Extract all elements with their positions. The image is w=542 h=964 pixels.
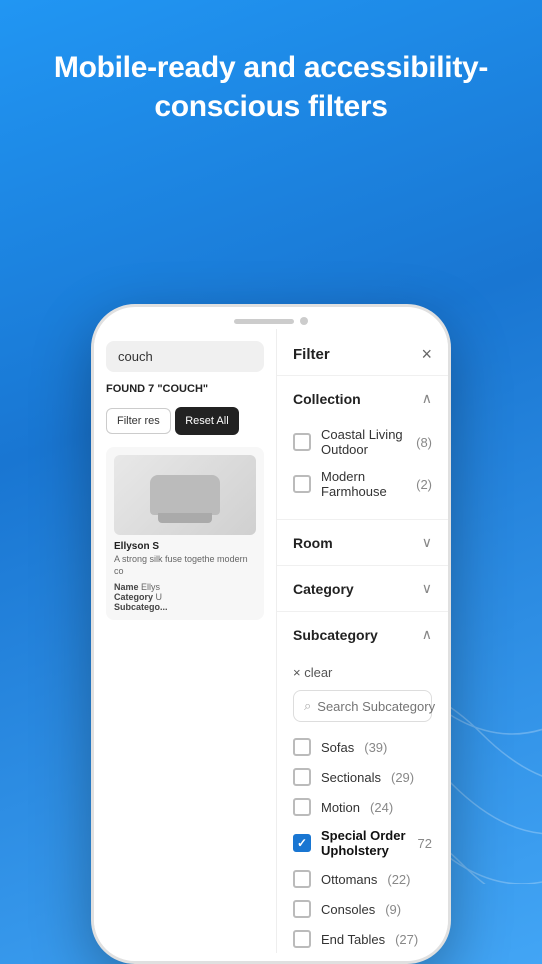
phone-content: couch FOUND 7 "COUCH" Filter res Reset A…	[94, 329, 448, 953]
motion-option[interactable]: Motion (24)	[293, 792, 432, 822]
phone-notch	[94, 307, 448, 329]
close-filter-button[interactable]: ×	[421, 345, 432, 363]
special-order-option[interactable]: Special Order Upholstery 72	[293, 822, 432, 864]
search-display: couch	[106, 341, 264, 372]
ottomans-checkbox[interactable]	[293, 870, 311, 888]
coastal-living-count: (8)	[416, 435, 432, 450]
coastal-living-label: Coastal Living Outdoor	[321, 427, 406, 457]
phone-mockup: couch FOUND 7 "COUCH" Filter res Reset A…	[91, 304, 451, 964]
filter-panel-title: Filter	[293, 346, 330, 363]
collection-section-header[interactable]: Collection ∧	[277, 376, 448, 421]
collection-section-title: Collection	[293, 391, 361, 407]
special-order-count: 72	[418, 836, 432, 851]
subcategory-clear: × clear	[277, 657, 448, 684]
end-tables-option[interactable]: End Tables (27)	[293, 924, 432, 953]
subcategory-section: Subcategory ∧ × clear ⌕ Sof	[277, 612, 448, 953]
end-tables-label: End Tables	[321, 932, 385, 947]
category-section-title: Category	[293, 581, 354, 597]
sectionals-label: Sectionals	[321, 770, 381, 785]
category-section-header[interactable]: Category ∨	[277, 566, 448, 611]
couch-icon	[150, 475, 220, 515]
coastal-living-option[interactable]: Coastal Living Outdoor (8)	[293, 421, 432, 463]
subcategory-search-input[interactable]	[317, 699, 448, 714]
sofas-option[interactable]: Sofas (39)	[293, 732, 432, 762]
product-name: Ellyson S	[114, 541, 256, 552]
hero-title: Mobile-ready and accessibility-conscious…	[40, 48, 502, 126]
found-text: FOUND 7 "COUCH"	[106, 382, 264, 397]
consoles-checkbox[interactable]	[293, 900, 311, 918]
subcategory-section-title: Subcategory	[293, 627, 378, 643]
consoles-option[interactable]: Consoles (9)	[293, 894, 432, 924]
notch-pill	[234, 319, 294, 324]
category-section: Category ∨	[277, 566, 448, 612]
filter-panel: Filter × Collection ∧ Coastal Living Out…	[276, 329, 448, 953]
ottomans-count: (22)	[387, 872, 410, 887]
motion-checkbox[interactable]	[293, 798, 311, 816]
sofas-checkbox[interactable]	[293, 738, 311, 756]
search-icon: ⌕	[304, 698, 311, 714]
product-card: Ellyson S A strong silk fuse togethe mod…	[106, 447, 264, 619]
consoles-label: Consoles	[321, 902, 375, 917]
subcategory-search-bar: ⌕	[293, 690, 432, 722]
room-section-header[interactable]: Room ∨	[277, 520, 448, 565]
room-section: Room ∨	[277, 520, 448, 566]
filter-results-button[interactable]: Filter res	[106, 408, 171, 434]
sectionals-checkbox[interactable]	[293, 768, 311, 786]
sectionals-option[interactable]: Sectionals (29)	[293, 762, 432, 792]
motion-count: (24)	[370, 800, 393, 815]
subcategory-chevron-up-icon: ∧	[422, 626, 432, 643]
reset-all-button[interactable]: Reset All	[175, 407, 238, 435]
left-panel: couch FOUND 7 "COUCH" Filter res Reset A…	[94, 329, 276, 953]
collection-section: Collection ∧ Coastal Living Outdoor (8) …	[277, 376, 448, 520]
sofas-count: (39)	[364, 740, 387, 755]
category-chevron-down-icon: ∨	[422, 580, 432, 597]
room-chevron-down-icon: ∨	[422, 534, 432, 551]
product-meta-name: Name Ellys	[114, 582, 256, 592]
coastal-living-checkbox[interactable]	[293, 433, 311, 451]
motion-label: Motion	[321, 800, 360, 815]
collection-options: Coastal Living Outdoor (8) Modern Farmho…	[277, 421, 448, 519]
sectionals-count: (29)	[391, 770, 414, 785]
phone-shell: couch FOUND 7 "COUCH" Filter res Reset A…	[91, 304, 451, 964]
end-tables-checkbox[interactable]	[293, 930, 311, 948]
special-order-checkbox[interactable]	[293, 834, 311, 852]
modern-farmhouse-label: Modern Farmhouse	[321, 469, 406, 499]
filter-header: Filter ×	[277, 329, 448, 376]
clear-subcategory-button[interactable]: × clear	[293, 665, 332, 680]
product-meta-category: Category U	[114, 592, 256, 602]
ottomans-option[interactable]: Ottomans (22)	[293, 864, 432, 894]
ottomans-label: Ottomans	[321, 872, 377, 887]
modern-farmhouse-option[interactable]: Modern Farmhouse (2)	[293, 463, 432, 505]
room-section-title: Room	[293, 535, 333, 551]
collection-chevron-up-icon: ∧	[422, 390, 432, 407]
hero-section: Mobile-ready and accessibility-conscious…	[0, 0, 542, 150]
consoles-count: (9)	[385, 902, 401, 917]
end-tables-count: (27)	[395, 932, 418, 947]
special-order-label: Special Order Upholstery	[321, 828, 408, 858]
product-description: A strong silk fuse togethe modern co	[114, 554, 256, 577]
subcategory-section-header[interactable]: Subcategory ∧	[277, 612, 448, 657]
product-image	[114, 455, 256, 535]
sofas-label: Sofas	[321, 740, 354, 755]
modern-farmhouse-count: (2)	[416, 477, 432, 492]
product-meta-subcategory: Subcatego...	[114, 602, 256, 612]
subcategory-options: Sofas (39) Sectionals (29) Motion	[277, 732, 448, 953]
modern-farmhouse-checkbox[interactable]	[293, 475, 311, 493]
notch-dot	[300, 317, 308, 325]
